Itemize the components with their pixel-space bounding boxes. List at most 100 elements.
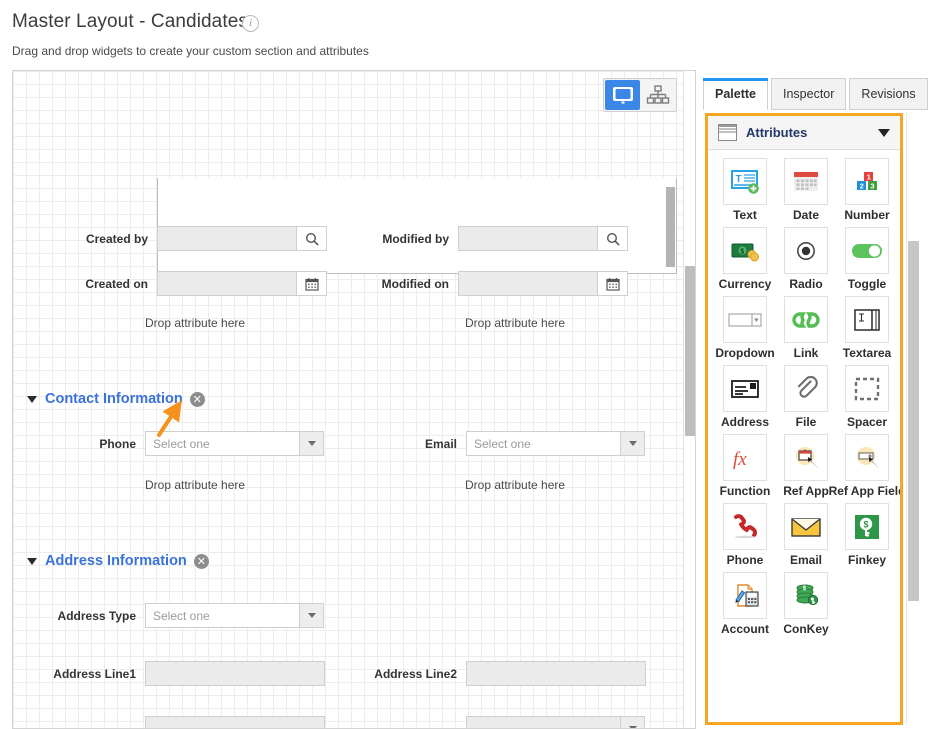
info-icon[interactable]: i: [242, 15, 259, 32]
palette-item-email[interactable]: Email: [777, 503, 835, 567]
hierarchy-icon: [646, 85, 669, 104]
master-layout-page: Master Layout - Candidates i Drag and dr…: [0, 0, 936, 729]
chevron-down-icon[interactable]: [878, 128, 890, 137]
palette-item-account[interactable]: Account: [716, 572, 774, 636]
modified-by-search-button[interactable]: [598, 226, 628, 251]
phone-select-caret[interactable]: [300, 431, 324, 456]
svg-text:1: 1: [867, 172, 871, 181]
ref-app-field-widget-icon: [857, 446, 880, 469]
account-widget-icon: [735, 583, 759, 607]
modified-by-input[interactable]: [458, 226, 598, 251]
palette-item-ref-app-field[interactable]: Ref App Field: [829, 434, 900, 498]
grid-icon: [718, 124, 737, 141]
modified-on-calendar-button[interactable]: [598, 271, 628, 296]
svg-text:$: $: [864, 519, 869, 529]
email-select-caret[interactable]: [621, 431, 645, 456]
palette-item-text[interactable]: T Text: [716, 158, 774, 222]
attributes-group-header[interactable]: Attributes: [708, 116, 900, 150]
palette-item-currency[interactable]: $ Currency: [716, 227, 774, 291]
palette-scrollbar[interactable]: [906, 113, 919, 725]
canvas-scrollbar[interactable]: [683, 71, 695, 728]
palette-item-radio[interactable]: Radio: [777, 227, 835, 291]
tab-revisions[interactable]: Revisions: [849, 78, 928, 110]
drop-zone-hint[interactable]: Drop attribute here: [145, 478, 245, 492]
finkey-widget-icon: $: [855, 514, 879, 539]
palette-item-file[interactable]: File: [777, 365, 835, 429]
phone-widget-icon: [734, 513, 757, 538]
palette-item-label: Email: [789, 553, 822, 567]
palette-item-date[interactable]: Date: [777, 158, 835, 222]
email-select[interactable]: Select one: [466, 431, 621, 456]
palette-item-conkey[interactable]: $ ConKey: [777, 572, 835, 636]
address-widget-icon: [731, 379, 759, 398]
delete-section-button[interactable]: ✕: [193, 553, 209, 569]
field-partial-right: [466, 716, 686, 728]
palette-item-label: Currency: [718, 277, 772, 291]
address-type-select[interactable]: Select one: [145, 603, 300, 628]
radio-widget-icon: [797, 241, 815, 260]
field-label: Phone: [99, 436, 136, 451]
palette-tile: [723, 572, 767, 619]
palette-item-label: Phone: [726, 553, 764, 567]
chevron-down-icon[interactable]: [27, 557, 37, 565]
created-on-input[interactable]: [157, 271, 297, 296]
desktop-icon: [612, 87, 633, 104]
palette-item-textarea[interactable]: Textarea: [838, 296, 896, 360]
palette-item-label: Textarea: [842, 346, 892, 360]
palette-item-label: Dropdown: [715, 346, 775, 360]
svg-text:fx: fx: [733, 449, 747, 470]
drop-zone-hint[interactable]: Drop attribute here: [465, 316, 565, 330]
canvas-scrollbar-thumb[interactable]: [685, 266, 695, 436]
svg-text:3: 3: [870, 181, 874, 190]
modified-on-input[interactable]: [458, 271, 598, 296]
palette-item-phone[interactable]: Phone: [716, 503, 774, 567]
palette-item-ref-app[interactable]: Ref App: [777, 434, 835, 498]
field-label: Address Type: [57, 608, 136, 623]
ref-app-widget-icon: [796, 446, 819, 469]
calendar-icon: [605, 277, 620, 291]
palette-item-toggle[interactable]: Toggle: [838, 227, 896, 291]
palette-tile: $: [845, 503, 889, 550]
desktop-view-button[interactable]: [605, 80, 640, 110]
palette-item-dropdown[interactable]: Dropdown: [715, 296, 775, 360]
layout-canvas[interactable]: Created by Modified by Created on Modifi…: [12, 70, 696, 729]
created-by-input[interactable]: [157, 226, 297, 251]
attributes-group-title: Attributes: [746, 125, 808, 140]
page-header: Master Layout - Candidates i Drag and dr…: [0, 0, 700, 66]
created-on-calendar-button[interactable]: [297, 271, 327, 296]
palette-item-spacer[interactable]: Spacer: [838, 365, 896, 429]
currency-widget-icon: $: [731, 243, 759, 261]
palette-tile: fx: [723, 434, 767, 481]
tab-inspector[interactable]: Inspector: [771, 78, 847, 110]
conkey-widget-icon: $: [796, 584, 819, 605]
section-title[interactable]: Address Information: [45, 553, 187, 569]
drop-zone-hint[interactable]: Drop attribute here: [465, 478, 565, 492]
tab-label: Revisions: [861, 87, 916, 101]
tree-view-button[interactable]: [640, 80, 675, 110]
created-by-search-button[interactable]: [297, 226, 327, 251]
number-widget-icon: 1 2 3: [857, 171, 877, 190]
palette-item-address[interactable]: Address: [716, 365, 774, 429]
palette-item-label: Account: [721, 622, 769, 636]
palette-item-function[interactable]: fx Function: [716, 434, 774, 498]
section-address-information: Address Information ✕: [27, 553, 209, 569]
address-line2-input[interactable]: [466, 661, 646, 686]
palette-tile: [784, 503, 828, 550]
drop-zone-hint[interactable]: Drop attribute here: [145, 316, 245, 330]
partial-input-right[interactable]: [466, 716, 621, 728]
palette-item-label: Date: [792, 208, 819, 222]
partial-select-caret[interactable]: [621, 716, 645, 728]
palette-item-label: Link: [793, 346, 819, 360]
chevron-down-icon[interactable]: [27, 395, 37, 403]
partial-input-left[interactable]: [145, 716, 325, 728]
palette-item-number[interactable]: 1 2 3 Number: [838, 158, 896, 222]
address-line1-input[interactable]: [145, 661, 325, 686]
palette-item-link[interactable]: Link: [777, 296, 835, 360]
tab-palette[interactable]: Palette: [703, 78, 768, 110]
palette-tile: [845, 434, 889, 481]
palette-scrollbar-thumb[interactable]: [908, 241, 919, 601]
palette-item-finkey[interactable]: $ Finkey: [838, 503, 896, 567]
address-type-select-caret[interactable]: [300, 603, 324, 628]
function-widget-icon: fx: [733, 449, 747, 470]
palette-tile: [723, 365, 767, 412]
